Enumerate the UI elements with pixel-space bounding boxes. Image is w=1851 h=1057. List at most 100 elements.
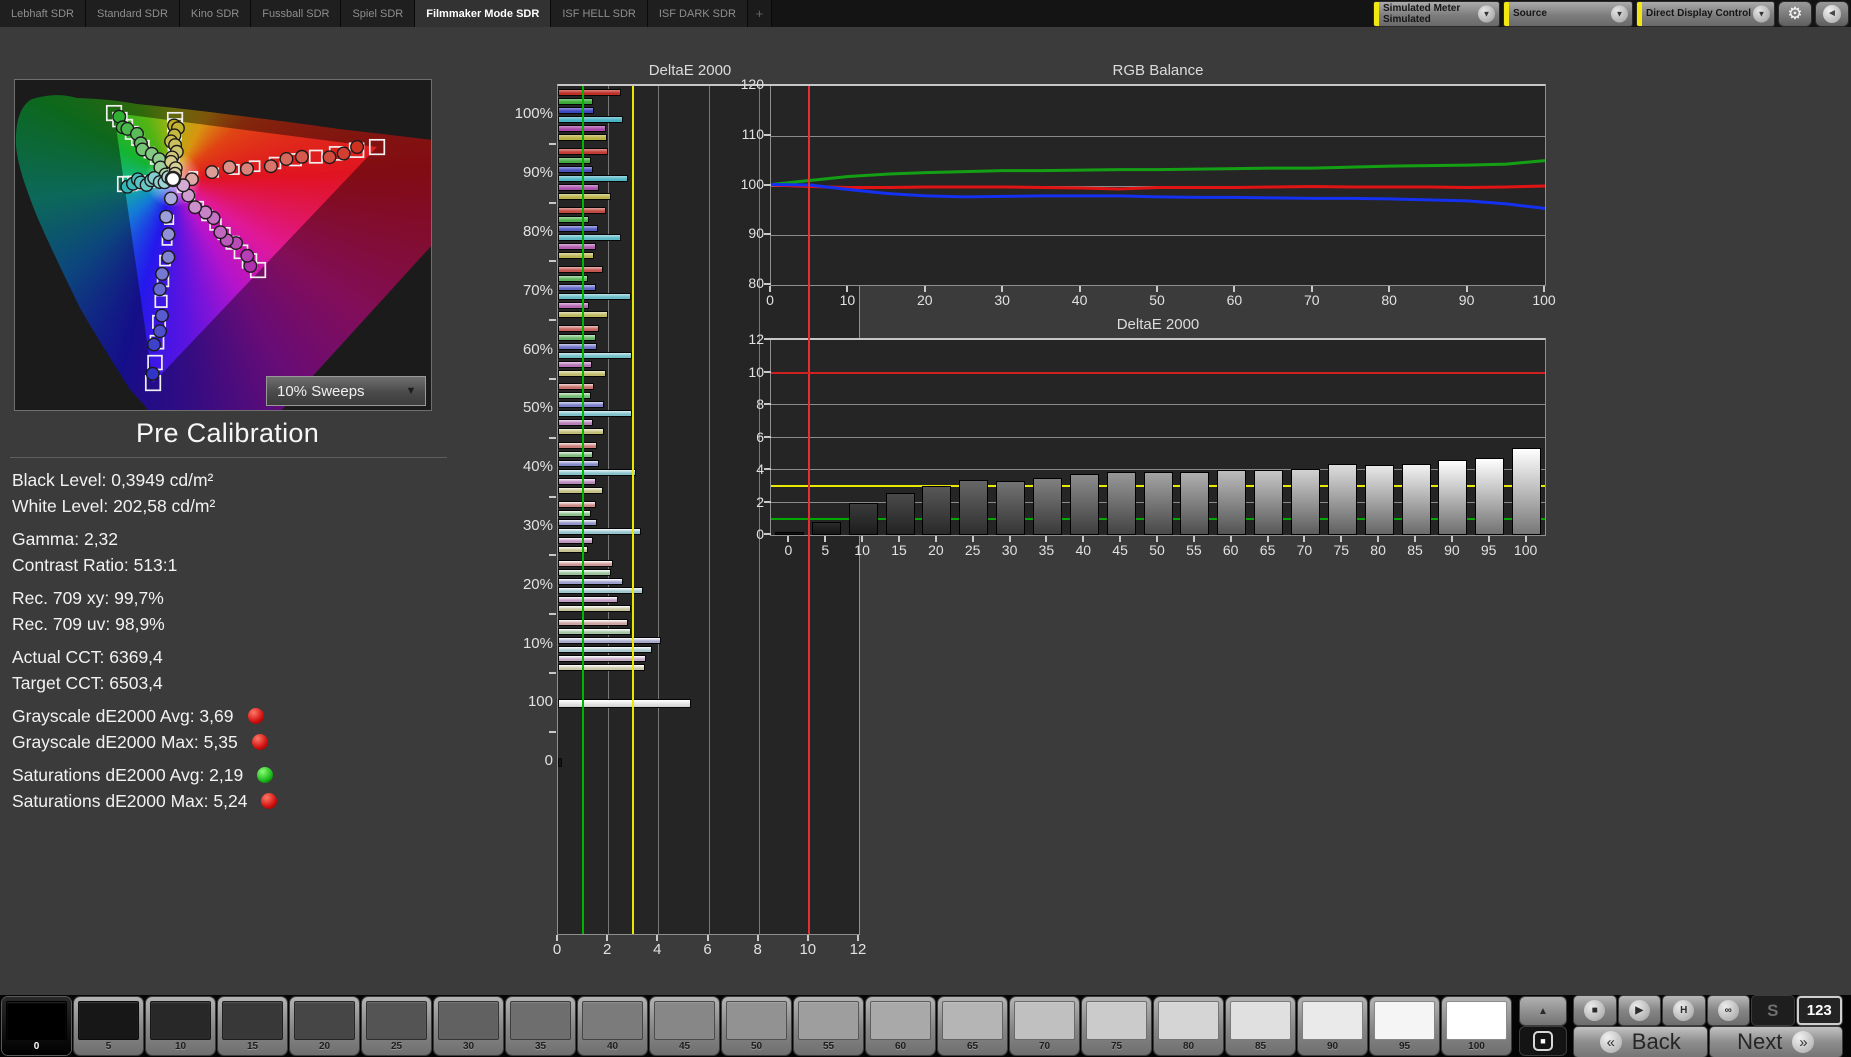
back-button[interactable]: « Back [1574, 1027, 1707, 1057]
patch-60[interactable]: 60 [866, 997, 935, 1055]
patch-35[interactable]: 35 [506, 997, 575, 1055]
stop-button[interactable]: ■ [1574, 996, 1616, 1025]
tab-filmmaker-mode-sdr[interactable]: Filmmaker Mode SDR [415, 0, 551, 27]
patch-70[interactable]: 70 [1010, 997, 1079, 1055]
tab-fussball-sdr[interactable]: Fussball SDR [251, 0, 341, 27]
stat-row: Actual CCT: 6369,4 [12, 644, 452, 670]
patch-0[interactable]: 0 [2, 997, 71, 1055]
patch-90[interactable]: 90 [1298, 997, 1367, 1055]
y-label-8: 8 [734, 396, 764, 412]
y-label-60%: 60% [477, 341, 553, 358]
patch-5[interactable]: 5 [74, 997, 143, 1055]
sweep-bar [558, 334, 596, 341]
patch-80[interactable]: 80 [1154, 997, 1223, 1055]
sweep-bar [558, 107, 594, 114]
sweep-bar [558, 637, 661, 644]
tab-isf-hell-sdr[interactable]: ISF HELL SDR [551, 0, 648, 27]
sweep-bar [558, 157, 591, 164]
measured-point-red [265, 160, 278, 173]
y-label-70%: 70% [477, 282, 553, 299]
x-label-95: 95 [1471, 542, 1507, 558]
sweep-bar [558, 284, 596, 291]
settings-button[interactable]: ⚙ [1779, 2, 1811, 26]
sweep-bar [558, 578, 623, 585]
display-control-dropdown[interactable]: Direct Display Control ▼ [1637, 2, 1774, 26]
chevron-down-icon[interactable]: ▼ [397, 385, 425, 397]
next-button[interactable]: Next » [1710, 1027, 1843, 1057]
patch-75[interactable]: 75 [1082, 997, 1151, 1055]
patch-100[interactable]: 100 [1442, 997, 1511, 1055]
patch-45[interactable]: 45 [650, 997, 719, 1055]
rgb-line-green [771, 161, 1545, 185]
sweep-bar [558, 193, 611, 200]
patch-30[interactable]: 30 [434, 997, 503, 1055]
marker-button[interactable]: H [1663, 996, 1705, 1025]
tab-kino-sdr[interactable]: Kino SDR [180, 0, 251, 27]
patch-15[interactable]: 15 [218, 997, 287, 1055]
sweep-bar [558, 569, 611, 576]
measured-point-blue [165, 192, 178, 205]
patch-50[interactable]: 50 [722, 997, 791, 1055]
counter-button[interactable]: 123 [1797, 996, 1843, 1025]
s-icon: S [1762, 1000, 1783, 1021]
patch-25[interactable]: 25 [362, 997, 431, 1055]
x-label-10: 10 [844, 542, 880, 558]
sweep-bar [558, 216, 589, 223]
x-label-0: 0 [770, 542, 806, 558]
x-label-50: 50 [1139, 292, 1175, 308]
status-dot-green [257, 767, 273, 783]
collapse-panel-button[interactable]: ◄ [1816, 2, 1848, 26]
patch-40[interactable]: 40 [578, 997, 647, 1055]
measured-point-red [206, 166, 219, 179]
x-label-10: 10 [793, 941, 823, 958]
de-bar-90 [1438, 460, 1467, 535]
sweep-bar [558, 266, 603, 273]
grayscale-deltae-title: DeltaE 2000 [770, 316, 1546, 333]
sweep-group-50% [558, 380, 859, 439]
patch-20[interactable]: 20 [290, 997, 359, 1055]
cie-measurement-points [15, 80, 431, 410]
target-square-blue [155, 296, 167, 308]
ref-line-10 [771, 372, 1545, 374]
patch-95[interactable]: 95 [1370, 997, 1439, 1055]
tab-isf-dark-sdr[interactable]: ISF DARK SDR [648, 0, 748, 27]
chevron-down-icon[interactable]: ▼ [1611, 5, 1628, 22]
y-tick [549, 731, 556, 733]
meter-dropdown[interactable]: Simulated MeterSimulated▼ [1374, 2, 1499, 26]
tab-spiel-sdr[interactable]: Spiel SDR [341, 0, 415, 27]
patch-65[interactable]: 65 [938, 997, 1007, 1055]
patch-55[interactable]: 55 [794, 997, 863, 1055]
dropdown-label: Direct Display Control [1646, 8, 1748, 19]
sweep-bar [558, 442, 597, 449]
patch-10[interactable]: 10 [146, 997, 215, 1055]
source-dropdown[interactable]: Source ▼ [1504, 2, 1632, 26]
dropdown-value: Simulated [1383, 14, 1473, 25]
patch-85[interactable]: 85 [1226, 997, 1295, 1055]
measured-point-blue [162, 228, 175, 241]
patch-label: 10 [150, 1040, 211, 1054]
stat-text: Black Level: 0,3949 cd/m² [12, 470, 213, 491]
x-label-5: 5 [807, 542, 843, 558]
sweeps-dropdown[interactable]: 10% Sweeps ▼ [266, 376, 426, 406]
series-button[interactable]: S [1752, 996, 1794, 1025]
chevron-down-icon[interactable]: ▼ [1753, 5, 1770, 22]
chevron-down-icon[interactable]: ▼ [1478, 5, 1495, 22]
continuous-button[interactable]: ∞ [1708, 996, 1750, 1025]
pattern-up-button[interactable]: ▲ [1520, 997, 1566, 1025]
tab-standard-sdr[interactable]: Standard SDR [86, 0, 180, 27]
tab-strip: Lebhaft SDRStandard SDRKino SDRFussball … [0, 0, 748, 27]
add-tab-button[interactable]: + [748, 0, 772, 27]
x-label-45: 45 [1102, 542, 1138, 558]
y-label-80: 80 [728, 275, 764, 291]
pattern-stop-button[interactable]: ■ [1520, 1027, 1566, 1055]
dropdown-label: Source [1513, 8, 1606, 19]
rgb-line-red [771, 185, 1545, 189]
sweep-bar [558, 646, 652, 653]
x-label-70: 70 [1286, 542, 1322, 558]
tab-lebhaft-sdr[interactable]: Lebhaft SDR [0, 0, 86, 27]
play-button[interactable]: ▶ [1619, 996, 1661, 1025]
up-arrow-icon: ▲ [1538, 1006, 1548, 1017]
y-label-0: 0 [734, 526, 764, 542]
workflow-dropdowns: Simulated MeterSimulated▼Source▼Direct D… [1374, 2, 1774, 26]
sweep-bar [558, 596, 618, 603]
